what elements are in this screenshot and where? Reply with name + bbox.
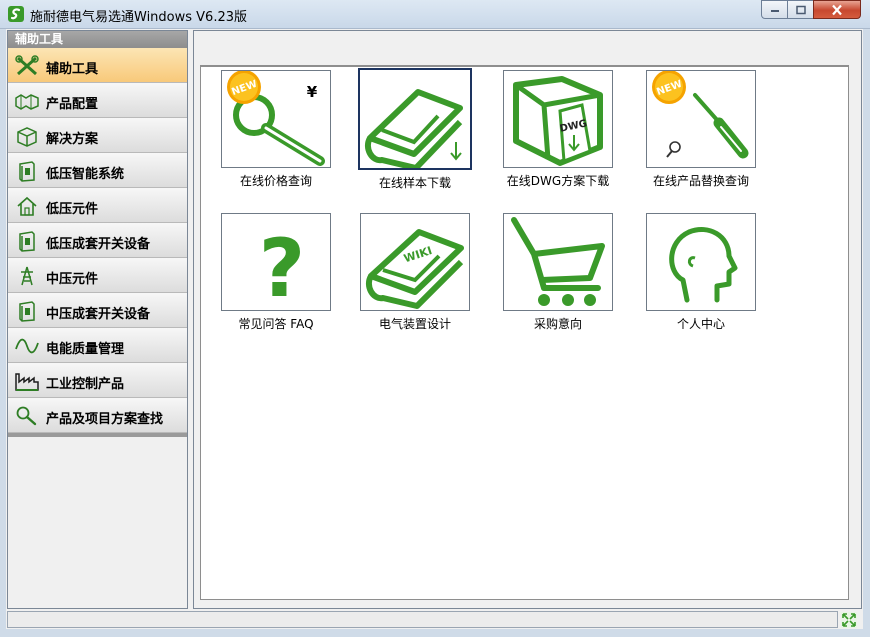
tool-label: 常见问答 FAQ xyxy=(238,317,314,331)
sidebar-item-lv-smart-system[interactable]: 低压智能系统 xyxy=(8,153,187,188)
sidebar-item-label: 产品配置 xyxy=(46,97,99,112)
tool-label: 在线价格查询 xyxy=(239,174,312,188)
sidebar-item-label: 产品及项目方案查找 xyxy=(46,412,164,427)
wave-icon xyxy=(15,338,39,354)
catalog-download-icon xyxy=(364,89,463,168)
faq-icon: ? xyxy=(259,222,305,312)
sidebar-item-product-config[interactable]: 产品配置 xyxy=(8,83,187,118)
factory-icon xyxy=(15,373,39,391)
tower-icon xyxy=(21,266,33,286)
tool-icon-frame: NEW xyxy=(646,70,756,168)
tool-tile-replacement-query[interactable]: NEW 在线产品替换查询 xyxy=(633,70,769,189)
sidebar-item-power-quality[interactable]: 电能质量管理 xyxy=(8,328,187,363)
sidebar-item-label: 中压成套开关设备 xyxy=(46,307,151,322)
dwg-download-icon: DWG xyxy=(513,76,603,166)
sidebar-item-solutions[interactable]: 解决方案 xyxy=(8,118,187,153)
minimize-button[interactable] xyxy=(761,0,788,19)
window-title: 施耐德电气易选通Windows V6.23版 xyxy=(30,10,248,25)
client-area: 辅助工具 辅助工具 产品配置 解决方案 低压智能系统 低压元件 低压成套开关设备… xyxy=(6,29,863,629)
replace-search-icon: NEW xyxy=(652,71,749,159)
tool-tile-purchase-intention[interactable]: 采购意向 xyxy=(490,213,626,332)
tool-tile-personal-center[interactable]: 个人中心 xyxy=(633,213,769,332)
sidebar-item-label: 工业控制产品 xyxy=(46,377,125,392)
close-button[interactable] xyxy=(813,0,861,19)
price-search-icon: ¥ NEW xyxy=(227,71,325,166)
tool-label: 电气装置设计 xyxy=(378,317,451,331)
tool-icon-frame: ¥ NEW xyxy=(221,70,331,168)
sidebar-item-label: 辅助工具 xyxy=(46,62,99,77)
sidebar-item-label: 电能质量管理 xyxy=(46,342,125,357)
sidebar-item-solution-search[interactable]: 产品及项目方案查找 xyxy=(8,398,187,433)
search-icon xyxy=(16,406,37,426)
sidebar-item-assist-tools[interactable]: 辅助工具 xyxy=(8,48,187,83)
tool-icon-frame: ? xyxy=(221,213,331,312)
tool-icon-frame: WIKI xyxy=(360,213,470,311)
person-icon xyxy=(669,227,738,303)
sidebar-item-lv-components[interactable]: 低压元件 xyxy=(8,188,187,223)
wiki-tag: WIKI xyxy=(402,244,433,265)
yen-symbol: ¥ xyxy=(307,83,318,101)
tool-tile-catalog-download[interactable]: 在线样本下载 xyxy=(347,68,483,191)
fullscreen-icon[interactable] xyxy=(841,612,857,628)
tool-label: 个人中心 xyxy=(676,317,725,331)
sidebar-item-industrial-control[interactable]: 工业控制产品 xyxy=(8,363,187,398)
tool-tile-faq[interactable]: ? 常见问答 FAQ xyxy=(208,213,344,332)
tool-label: 在线DWG方案下载 xyxy=(506,174,610,188)
tool-tile-dwg-download[interactable]: DWG 在线DWG方案下载 xyxy=(490,70,626,189)
schneider-logo-icon xyxy=(8,6,24,22)
question-mark: ? xyxy=(259,222,305,312)
cabinet-icon xyxy=(19,231,35,252)
main-panel: ¥ NEW 在线价格查询 在线样本下载 DWG 在线DWG方案下载 NEW 在线… xyxy=(193,30,862,609)
home-icon xyxy=(17,196,37,216)
sidebar-item-lv-switchgear[interactable]: 低压成套开关设备 xyxy=(8,223,187,258)
tools-grid: ¥ NEW 在线价格查询 在线样本下载 DWG 在线DWG方案下载 NEW 在线… xyxy=(200,65,849,600)
title-bar: 施耐德电气易选通Windows V6.23版 xyxy=(0,0,870,29)
close-icon xyxy=(832,4,842,15)
minimize-icon xyxy=(770,9,779,12)
configure-icon xyxy=(15,94,39,110)
tool-icon-frame xyxy=(358,68,472,170)
maximize-button[interactable] xyxy=(787,0,814,19)
tool-tile-price-query[interactable]: ¥ NEW 在线价格查询 xyxy=(208,70,344,189)
wiki-book-icon: WIKI xyxy=(365,229,464,309)
sidebar-item-label: 低压智能系统 xyxy=(46,167,125,182)
tool-label: 在线样本下载 xyxy=(378,176,451,190)
tool-icon-frame xyxy=(503,213,613,311)
cart-icon xyxy=(511,217,605,306)
tool-icon-frame xyxy=(646,213,756,311)
sidebar-item-mv-components[interactable]: 中压元件 xyxy=(8,258,187,293)
sidebar: 辅助工具 辅助工具 产品配置 解决方案 低压智能系统 低压元件 低压成套开关设备… xyxy=(7,30,188,609)
tools-icon xyxy=(15,55,39,76)
cabinet-icon xyxy=(19,161,35,182)
tool-label: 采购意向 xyxy=(533,317,582,331)
box-icon xyxy=(17,127,37,147)
sidebar-divider xyxy=(8,433,187,437)
cabinet-icon xyxy=(19,301,35,322)
sidebar-item-label: 低压成套开关设备 xyxy=(46,237,151,252)
sidebar-header: 辅助工具 xyxy=(8,31,187,48)
tool-tile-installation-design[interactable]: WIKI 电气装置设计 xyxy=(347,213,483,332)
tool-label: 在线产品替换查询 xyxy=(652,174,749,188)
sidebar-item-label: 低压元件 xyxy=(46,202,99,217)
tool-icon-frame: DWG xyxy=(503,70,613,168)
maximize-icon xyxy=(795,5,806,14)
sidebar-item-label: 中压元件 xyxy=(46,272,99,287)
sidebar-item-mv-switchgear[interactable]: 中压成套开关设备 xyxy=(8,293,187,328)
sidebar-item-label: 解决方案 xyxy=(46,132,99,147)
status-bar xyxy=(7,611,838,628)
